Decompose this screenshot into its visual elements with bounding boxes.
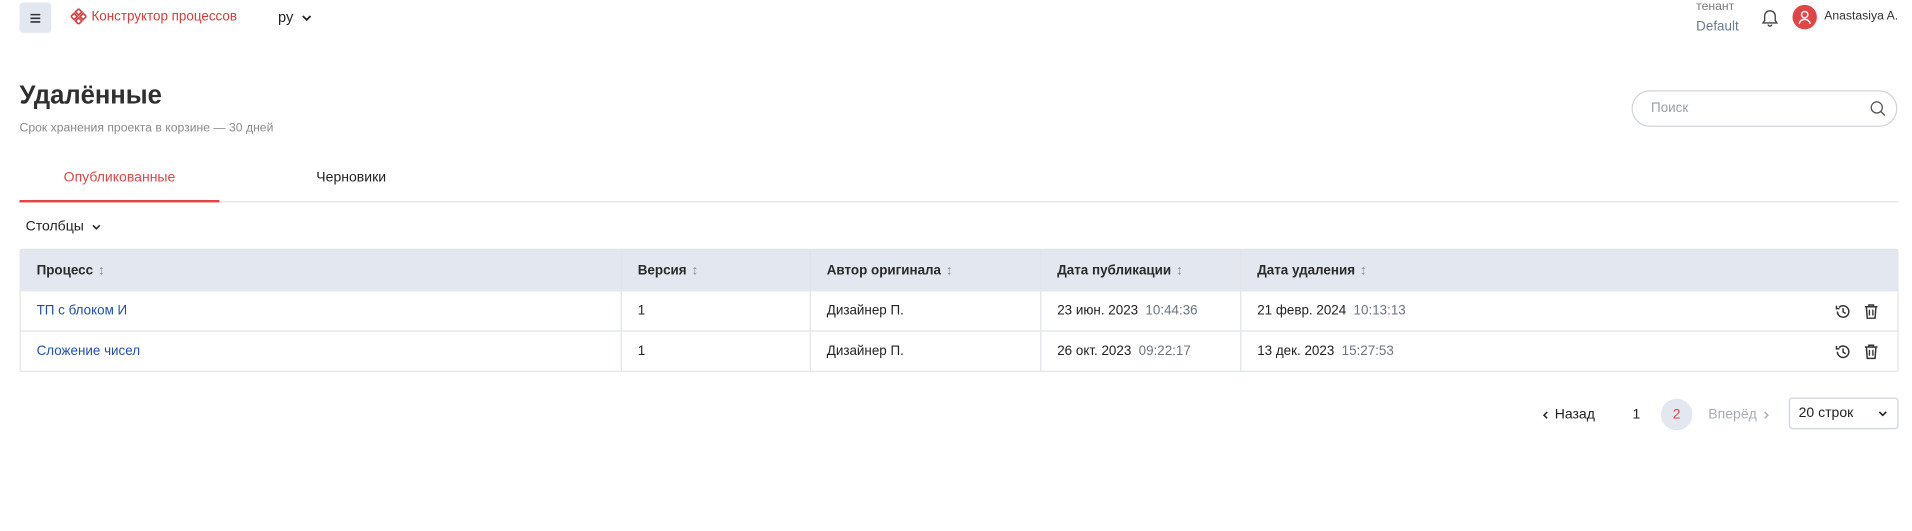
- published-cell: 26 окт. 2023 09:22:17: [1041, 331, 1242, 371]
- tenant-label: тенант: [1696, 0, 1735, 14]
- published-cell: 23 июн. 2023 10:44:36: [1041, 291, 1242, 331]
- author-cell: Дизайнер П.: [811, 291, 1042, 331]
- page-title: Удалённые: [19, 81, 162, 110]
- column-header-version[interactable]: Версия ↕: [622, 249, 811, 291]
- table-row: ТП с блоком И 1 Дизайнер П. 23 июн. 2023…: [20, 290, 1898, 331]
- columns-label: Столбцы: [25, 219, 84, 235]
- row-actions: [1834, 291, 1880, 330]
- bell-icon[interactable]: [1760, 7, 1781, 29]
- table-row: Сложение чисел 1 Дизайнер П. 26 окт. 202…: [20, 330, 1898, 371]
- sort-icon[interactable]: ↕: [692, 263, 699, 278]
- table-header: Процесс ↕ Версия ↕ Автор оригинала ↕ Дата п…: [20, 249, 1898, 291]
- sort-icon[interactable]: ↕: [946, 263, 953, 278]
- columns-button[interactable]: Столбцы: [26, 219, 101, 234]
- user-icon: [1798, 10, 1811, 24]
- author-cell: Дизайнер П.: [811, 331, 1042, 371]
- sort-icon[interactable]: ↕: [1360, 263, 1367, 278]
- row-actions: [1834, 332, 1880, 371]
- restore-icon[interactable]: [1834, 302, 1852, 320]
- page-button-2[interactable]: 2: [1660, 398, 1693, 431]
- tabs: Опубликованные Черновики: [19, 156, 1899, 203]
- deleted-cell: 21 февр. 2024 10:13:13: [1241, 291, 1897, 330]
- process-link[interactable]: Сложение чисел: [37, 344, 141, 359]
- sort-icon[interactable]: ↕: [98, 263, 105, 278]
- process-link[interactable]: ТП с блоком И: [37, 304, 128, 319]
- version-cell: 1: [622, 291, 811, 331]
- search-input[interactable]: [1648, 99, 1870, 118]
- process-logo-icon: [70, 8, 87, 25]
- page-button-1[interactable]: 1: [1621, 399, 1653, 431]
- chevron-down-icon: [92, 224, 100, 230]
- app-brand[interactable]: Конструктор процессов: [70, 8, 237, 25]
- language-label: ру: [278, 8, 294, 26]
- page-subtitle: Срок хранения проекта в корзине — 30 дне…: [19, 121, 274, 136]
- sort-icon[interactable]: ↕: [1176, 263, 1183, 278]
- column-header-published[interactable]: Дата публикации ↕: [1041, 249, 1242, 291]
- chevron-down-icon: [1878, 411, 1887, 417]
- language-selector[interactable]: ру: [278, 9, 312, 26]
- pagination: Назад 1 2 Вперёд: [1541, 398, 1770, 432]
- prev-page-button[interactable]: Назад: [1541, 407, 1595, 422]
- deleted-cell: 13 дек. 2023 15:27:53: [1241, 332, 1897, 371]
- tenant-value: Default: [1696, 19, 1739, 35]
- column-header-author[interactable]: Автор оригинала ↕: [811, 249, 1042, 291]
- restore-icon[interactable]: [1834, 342, 1852, 360]
- search-box[interactable]: [1631, 90, 1898, 127]
- version-cell: 1: [622, 331, 811, 371]
- chevron-left-icon: [1542, 410, 1548, 419]
- trash-icon[interactable]: [1862, 342, 1880, 360]
- user-name[interactable]: Anastasiya A.: [1824, 10, 1898, 23]
- tab-published[interactable]: Опубликованные: [19, 156, 220, 203]
- next-page-button[interactable]: Вперёд: [1708, 407, 1770, 422]
- column-header-process[interactable]: Процесс ↕: [21, 249, 622, 291]
- tenant-info[interactable]: тенант Default: [1696, 0, 1739, 35]
- app-name: Конструктор процессов: [91, 9, 237, 24]
- hamburger-icon: [30, 13, 41, 23]
- search-icon[interactable]: [1869, 100, 1886, 117]
- deleted-processes-table: Процесс ↕ Версия ↕ Автор оригинала ↕ Дата п…: [19, 248, 1899, 372]
- chevron-down-icon: [301, 14, 311, 21]
- rows-per-page-select[interactable]: 20 строк: [1788, 397, 1899, 430]
- menu-button[interactable]: [19, 2, 52, 33]
- chevron-right-icon: [1763, 410, 1769, 419]
- column-header-deleted[interactable]: Дата удаления ↕: [1241, 250, 1897, 290]
- avatar[interactable]: [1792, 4, 1817, 30]
- trash-icon[interactable]: [1862, 302, 1880, 320]
- tab-drafts[interactable]: Черновики: [244, 156, 459, 200]
